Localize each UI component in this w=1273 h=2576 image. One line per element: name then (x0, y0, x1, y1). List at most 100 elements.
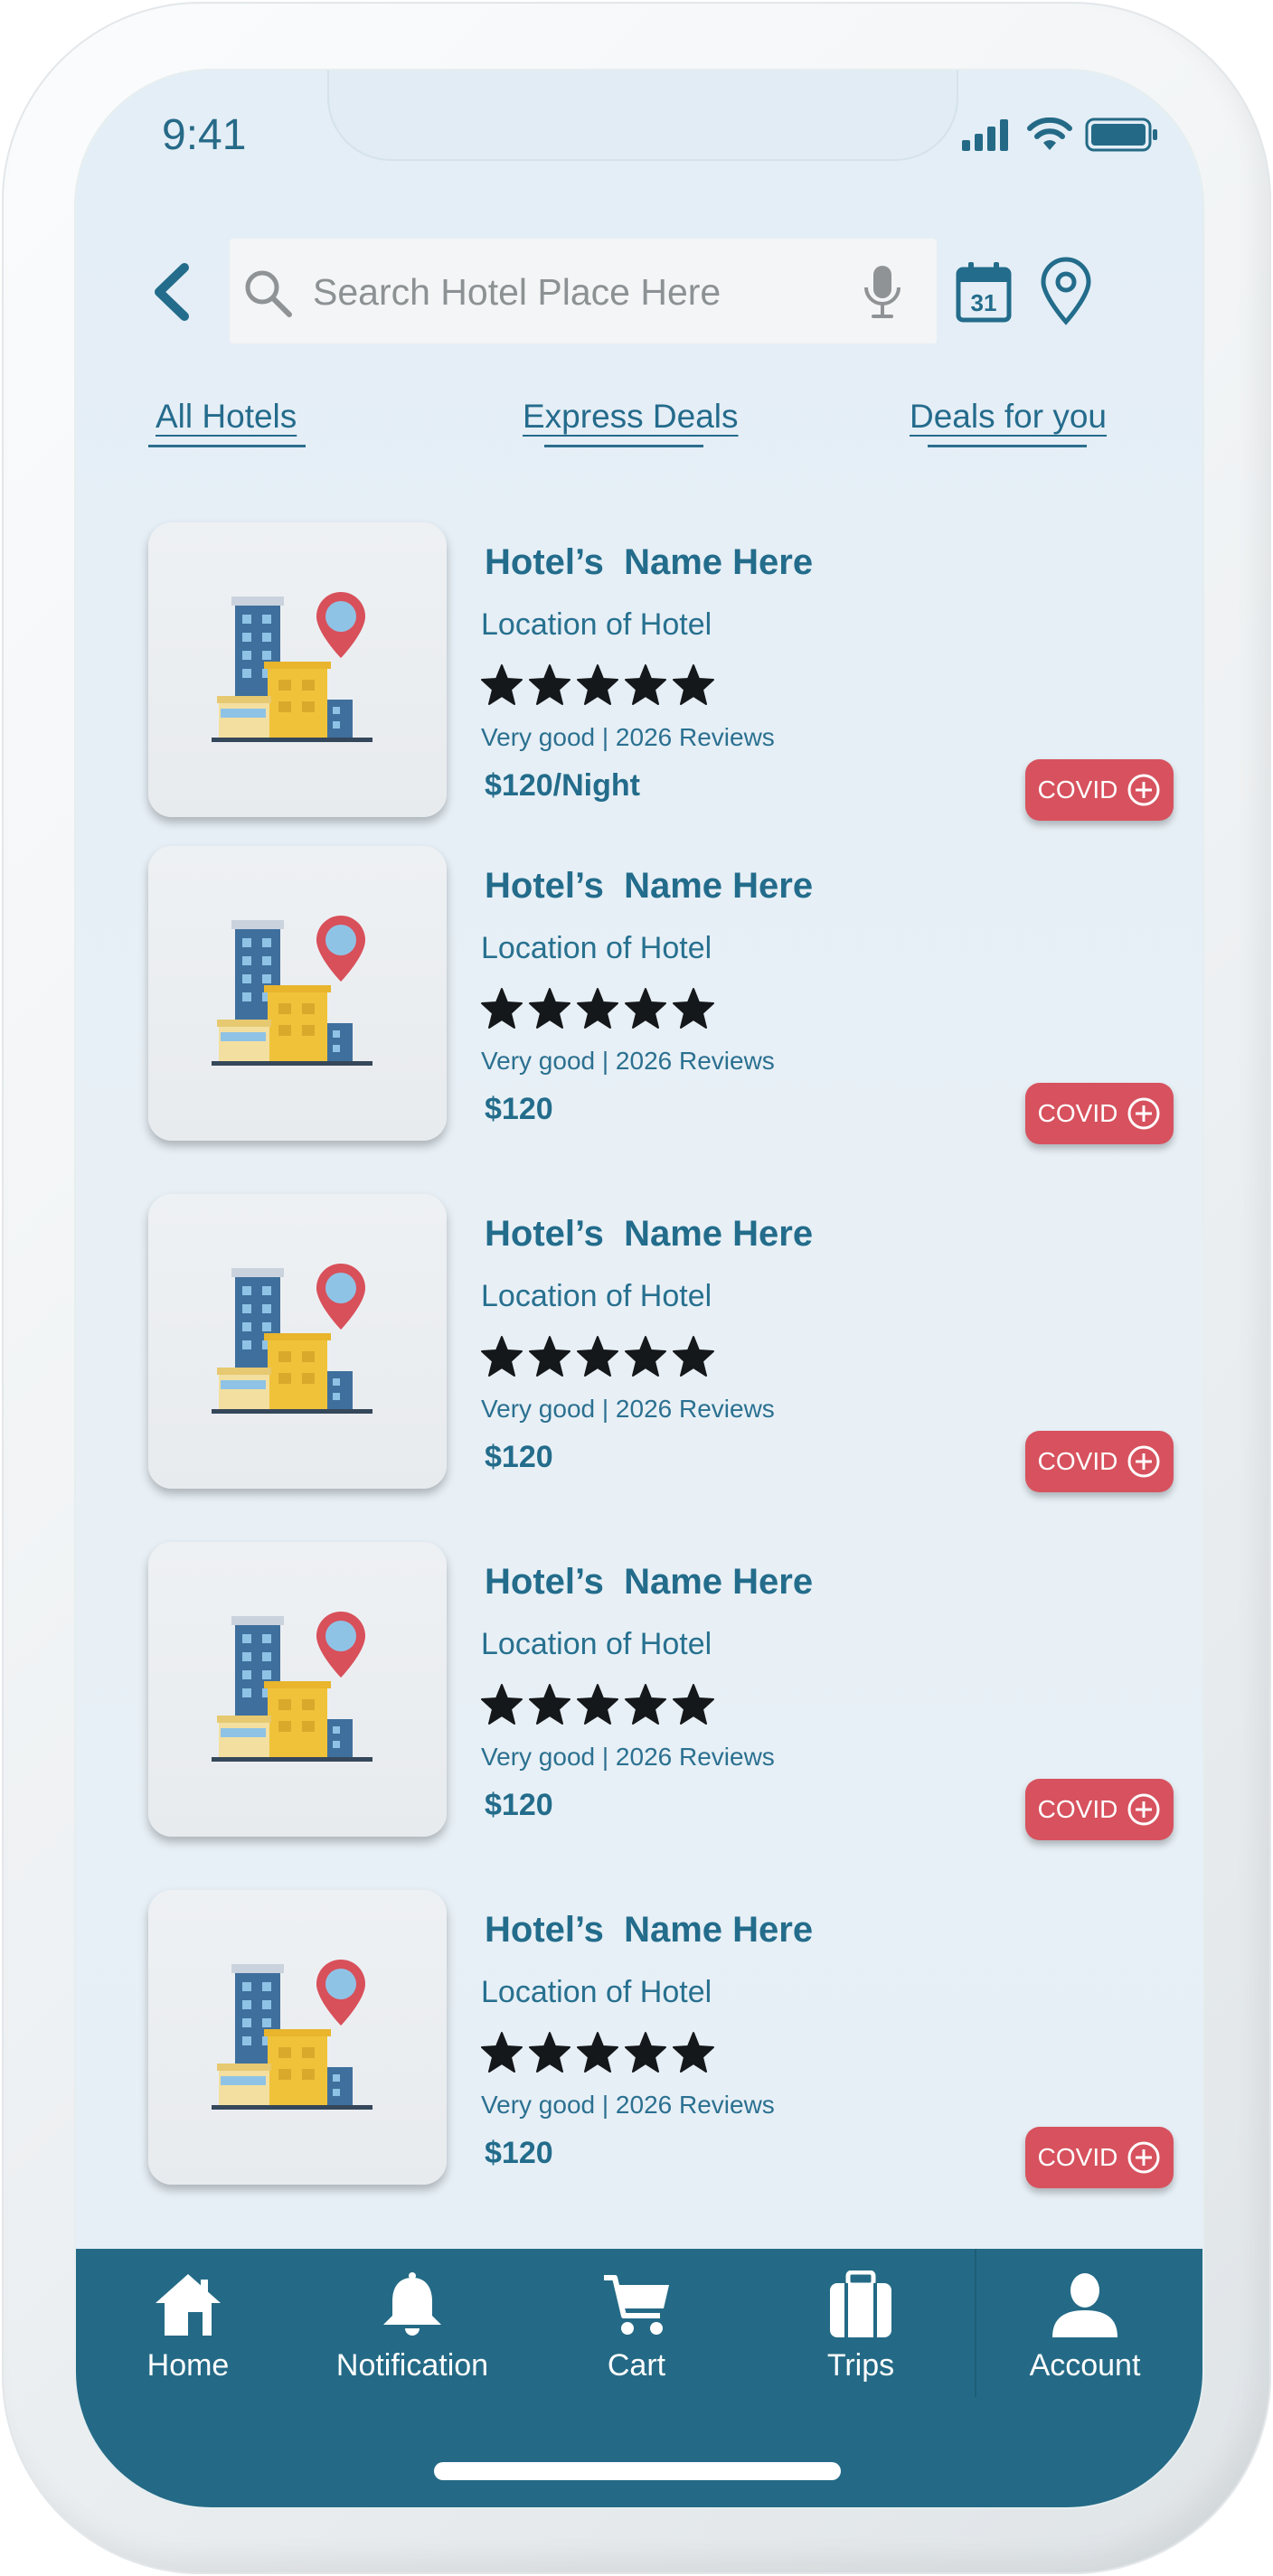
chevron-left-icon (155, 263, 189, 321)
home-indicator (434, 2462, 841, 2480)
star-icon (671, 1335, 716, 1382)
calendar-icon[interactable]: 31 (955, 260, 1013, 324)
back-button[interactable] (148, 260, 193, 324)
hotel-thumbnail[interactable] (148, 1542, 447, 1837)
tab-express-deals[interactable]: Express Deals (523, 398, 739, 436)
hotel-price: $120 (485, 1440, 553, 1474)
hotel-price: $120 (485, 1788, 553, 1822)
hotel-name[interactable]: Hotel’s Name Here (485, 1562, 813, 1603)
hotel-location: Location of Hotel (481, 1279, 712, 1313)
star-icon (671, 987, 716, 1034)
star-icon (671, 663, 716, 710)
star-icon (623, 1335, 668, 1382)
hotel-price: $120 (485, 1092, 553, 1126)
search-bar[interactable] (230, 239, 937, 343)
covid-label: COVID (1037, 1099, 1118, 1127)
tab-deals-for-you-underline (928, 445, 1087, 447)
covid-button[interactable]: COVID (1025, 1779, 1174, 1840)
star-icon (575, 987, 620, 1034)
star-icon (479, 1335, 524, 1382)
nav-divider (975, 2249, 976, 2397)
hotel-name[interactable]: Hotel’s Name Here (485, 1910, 813, 1951)
plus-circle-icon (1127, 774, 1160, 806)
wifi-icon (1027, 118, 1072, 150)
hotel-reviews: Very good | 2026 Reviews (481, 723, 775, 751)
nav-trips[interactable]: Trips (761, 2270, 960, 2383)
nav-home-label: Home (146, 2348, 230, 2383)
hotel-name[interactable]: Hotel’s Name Here (485, 1214, 813, 1255)
bell-icon (383, 2272, 441, 2336)
covid-button[interactable]: COVID (1025, 2127, 1174, 2188)
hotel-location: Location of Hotel (481, 1975, 712, 2009)
nav-notification[interactable]: Notification (313, 2270, 512, 2383)
cart-icon (604, 2275, 669, 2335)
star-icon (623, 1683, 668, 1730)
hotel-card[interactable]: Hotel’s Name Here Location of Hotel Very… (148, 846, 1174, 1153)
hotel-card[interactable]: Hotel’s Name Here Location of Hotel Very… (148, 1542, 1174, 1849)
hotel-rating-stars (479, 1335, 716, 1382)
hotel-card[interactable]: Hotel’s Name Here Location of Hotel Very… (148, 522, 1174, 830)
hotel-rating-stars (479, 1683, 716, 1730)
star-icon (623, 987, 668, 1034)
svg-text:31: 31 (971, 289, 997, 316)
star-icon (575, 663, 620, 710)
search-input[interactable] (311, 264, 839, 320)
map-pin-icon[interactable] (1039, 257, 1093, 325)
hotel-building-icon (212, 1960, 372, 2110)
star-icon (575, 1683, 620, 1730)
microphone-icon[interactable] (863, 264, 902, 320)
hotel-card[interactable]: Hotel’s Name Here Location of Hotel Very… (148, 1890, 1174, 2197)
hotel-thumbnail[interactable] (148, 522, 447, 817)
device-notch (327, 71, 958, 161)
hotel-name[interactable]: Hotel’s Name Here (485, 542, 813, 583)
star-icon (479, 2031, 524, 2078)
star-icon (479, 987, 524, 1034)
star-icon (527, 1335, 572, 1382)
hotel-thumbnail[interactable] (148, 846, 447, 1141)
briefcase-icon (830, 2270, 891, 2337)
star-icon (479, 663, 524, 710)
hotel-price: $120 (485, 2136, 553, 2170)
star-icon (671, 1683, 716, 1730)
hotel-reviews: Very good | 2026 Reviews (481, 1047, 775, 1075)
tab-express-deals-underline (544, 445, 703, 447)
hotel-rating-stars (479, 663, 716, 710)
hotel-name[interactable]: Hotel’s Name Here (485, 866, 813, 907)
covid-button[interactable]: COVID (1025, 759, 1174, 821)
hotel-reviews: Very good | 2026 Reviews (481, 1743, 775, 1771)
nav-notification-label: Notification (335, 2348, 489, 2383)
search-icon (245, 270, 292, 317)
plus-circle-icon (1127, 1445, 1160, 1478)
tab-all-hotels[interactable]: All Hotels (156, 398, 297, 436)
covid-label: COVID (1037, 1795, 1118, 1823)
hotel-rating-stars (479, 2031, 716, 2078)
hotel-location: Location of Hotel (481, 931, 712, 965)
plus-circle-icon (1127, 1097, 1160, 1130)
status-icons (960, 118, 1159, 152)
nav-cart[interactable]: Cart (537, 2270, 736, 2383)
nav-trips-label: Trips (826, 2348, 895, 2383)
home-icon (156, 2274, 221, 2336)
star-icon (575, 2031, 620, 2078)
nav-home[interactable]: Home (89, 2270, 288, 2383)
hotel-location: Location of Hotel (481, 607, 712, 642)
hotel-thumbnail[interactable] (148, 1194, 447, 1489)
covid-label: COVID (1037, 1447, 1118, 1475)
covid-label: COVID (1037, 776, 1118, 804)
covid-label: COVID (1037, 2143, 1118, 2171)
hotel-building-icon (212, 1612, 372, 1762)
status-time: 9:41 (162, 111, 247, 159)
star-icon (527, 663, 572, 710)
nav-account[interactable]: Account (985, 2270, 1184, 2383)
covid-button[interactable]: COVID (1025, 1083, 1174, 1144)
star-icon (479, 1683, 524, 1730)
hotel-building-icon (212, 1264, 372, 1414)
user-icon (1052, 2273, 1117, 2337)
tab-deals-for-you[interactable]: Deals for you (910, 398, 1107, 436)
hotel-card[interactable]: Hotel’s Name Here Location of Hotel Very… (148, 1194, 1174, 1501)
covid-button[interactable]: COVID (1025, 1431, 1174, 1492)
hotel-thumbnail[interactable] (148, 1890, 447, 2185)
hotel-location: Location of Hotel (481, 1627, 712, 1661)
signal-icon (962, 119, 1008, 151)
tab-all-hotels-underline (148, 445, 306, 447)
